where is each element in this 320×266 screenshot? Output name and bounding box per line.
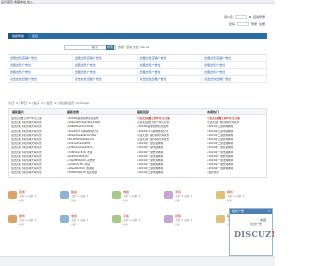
password-field[interactable] (236, 22, 249, 26)
forum-item[interactable]: 路由 主题: 0, 帖数: 0 从未 (60, 190, 110, 210)
ad-row: 出租出售广告位 出租出售广告位 出租出售广告位 出租出售广告位 (8, 69, 267, 76)
username-row: 用户名 自动登录 (223, 14, 265, 20)
forum-icon (112, 191, 121, 199)
hot-keywords[interactable]: 热搜: 活动 交友 discuz (118, 45, 149, 50)
forum-item[interactable]: 音箱 主题: 0, 帖数: 0 从未 (164, 214, 214, 234)
forum-icon (164, 191, 173, 199)
ad-cell[interactable]: 出租出售广告位 (202, 69, 267, 75)
ad-cell[interactable]: 出租出售广告位 (138, 69, 203, 75)
username-label: 用户名 (223, 15, 233, 19)
ad-popup: 站长广告 × 收藏 在线广告 DISCUZ! (229, 208, 276, 256)
close-icon[interactable]: × (267, 209, 270, 214)
main-nav: 快捷导航 论坛 (8, 33, 267, 39)
search-type-select[interactable]: 帖子 (92, 45, 98, 50)
forum-icon (8, 215, 17, 223)
ad-cell[interactable]: 点击此处出租广告位 (202, 76, 267, 82)
col-header-hot: 本周热门 (207, 110, 220, 114)
ad-cell[interactable]: 出租出售广告位 (73, 62, 138, 68)
nav-item-quick[interactable]: 快捷导航 (8, 33, 29, 39)
forum-icon (112, 215, 121, 223)
forum-icon (60, 215, 69, 223)
forum-item[interactable]: 手机 主题: 0, 帖数: 0 从未 (164, 190, 214, 210)
search-bar: 帖子 搜索 热搜: 活动 交友 discuz (8, 43, 267, 51)
forum-item[interactable]: 平板 主题: 0, 帖数: 0 从未 (112, 214, 162, 234)
forum-last-post: 从未 (175, 199, 180, 202)
ad-cell[interactable]: 点击此处出租广告位 (138, 76, 203, 82)
top-bar: 设为首页 收藏本站 加入 (0, 0, 275, 4)
forum-item[interactable]: 电脑 主题: 0, 帖数: 0 从未 (112, 190, 162, 210)
forum-last-post: 从未 (19, 223, 24, 226)
register-button[interactable]: 注册 (259, 22, 265, 26)
ad-cell[interactable]: 出租出售广告位 (202, 62, 267, 68)
ad-row: 点击此处出租广告位 点击此处出租广告位 点击此处出租广告位 点击此处出租广告位 (8, 76, 267, 83)
username-field[interactable] (234, 15, 247, 19)
forum-icon (60, 191, 69, 199)
footer (0, 256, 275, 266)
search-button[interactable]: 搜索 (106, 45, 114, 50)
forum-last-post: 从未 (71, 199, 76, 202)
forum-last-post: 从未 (227, 199, 232, 202)
forum-item[interactable]: 回收 主题: 0, 帖数: 0 从未 (8, 190, 58, 210)
ad-cell[interactable]: 点击此处出租广告位 (73, 76, 138, 82)
login-button[interactable]: 登录 (251, 22, 257, 26)
remember-label[interactable]: 自动登录 (253, 15, 265, 19)
nav-item-forum[interactable]: 论坛 (28, 33, 42, 39)
popup-title: 站长广告 (232, 209, 245, 213)
ad-cell[interactable]: 出租出售广告位 (138, 62, 203, 68)
col-header-replies: 最新回复 (137, 110, 150, 114)
hot-post-list: •[白天]高楼上的少年与日落 •[白天]乘飞机穿越大海风景 •2021年二建机电教材… (207, 117, 265, 176)
forum-last-post: 从未 (175, 223, 180, 226)
ad-cell[interactable]: 出租出售店铺广告位 (8, 55, 73, 61)
forum-last-post: 从未 (19, 199, 24, 202)
forum-item[interactable]: 服务 主题: 0, 帖数: 0 从未 (8, 214, 58, 234)
popup-subtitle: 在线广告 (250, 222, 263, 226)
post-link[interactable]: •最新消息 (207, 171, 265, 175)
post-link[interactable]: [白天]乘飞机穿越大海风景 (11, 171, 63, 175)
ad-cell[interactable]: 出租出售店铺广告位 (73, 55, 138, 61)
forum-last-post: 从未 (123, 199, 128, 202)
ad-row: 出租出售店铺广告位 出租出售店铺广告位 出租出售店铺广告位 出租出售店铺广告位 (8, 55, 267, 62)
new-post-list: •2024年最新招聘信息发布 •a64e4a8c4a2c9b12de0f •b96b… (67, 117, 133, 176)
forum-icon (216, 191, 225, 199)
image-post-list: [白天]高楼上的少年与日落 [白天]乘飞机穿越大海风景 [白天]乘飞机穿越大海风景[… (11, 117, 63, 176)
ad-row: 出租出售广告位 出租出售广告位 出租出售广告位 出租出售广告位 (8, 62, 267, 69)
forum-icon (164, 215, 173, 223)
ad-cell[interactable]: 出租出售广告位 (73, 69, 138, 75)
post-link[interactable]: •2021年二建市政教材 (137, 171, 203, 175)
forum-last-post: 从未 (123, 223, 128, 226)
popup-header: 站长广告 × (230, 209, 272, 214)
forum-icon (8, 191, 17, 199)
ad-cell[interactable]: 点击此处出租广告位 (8, 76, 73, 82)
ad-grid: 出租出售店铺广告位 出租出售店铺广告位 出租出售店铺广告位 出租出售店铺广告位 … (8, 54, 267, 83)
posts-panel: 最新图片 最新发表 最新回复 本周热门 [白天]高楼上的少年与日落 [白天]乘飞机… (8, 108, 267, 178)
ad-cell[interactable]: 出租出售广告位 (8, 69, 73, 75)
post-link[interactable]: •50f0d9d0e76 发表测试 (67, 171, 133, 175)
ad-cell[interactable]: 出租出售店铺广告位 (202, 55, 267, 61)
forum-icon (216, 215, 225, 223)
reply-post-list: •[白天]高楼上的少年与日落 •[白天]高楼上的少年与日落 •2024年最新招聘信息… (137, 117, 203, 176)
forum-last-post: 从未 (71, 223, 76, 226)
col-header-new: 最新发表 (67, 110, 80, 114)
ad-cell[interactable]: 出租出售店铺广告位 (138, 55, 203, 61)
forum-item[interactable]: 电视 主题: 0, 帖数: 0 从未 (60, 214, 110, 234)
col-header-images: 最新图片 (12, 110, 25, 114)
password-row: 密码 登录 注册 (225, 21, 265, 27)
password-label: 密码 (228, 22, 235, 26)
forum-item[interactable]: 相机 主题: 0, 帖数: 0 从未 (216, 190, 266, 210)
top-links[interactable]: 设为首页 收藏本站 加入 (1, 0, 33, 4)
site-stats: 今日: 0 | 昨日: 0 | 帖子: 0 | 会员: 0 | 欢迎新会员: 0… (8, 101, 90, 105)
ad-cell[interactable]: 出租出售广告位 (8, 62, 73, 68)
discuz-logo: DISCUZ! (234, 229, 276, 239)
remember-checkbox[interactable] (248, 16, 251, 18)
